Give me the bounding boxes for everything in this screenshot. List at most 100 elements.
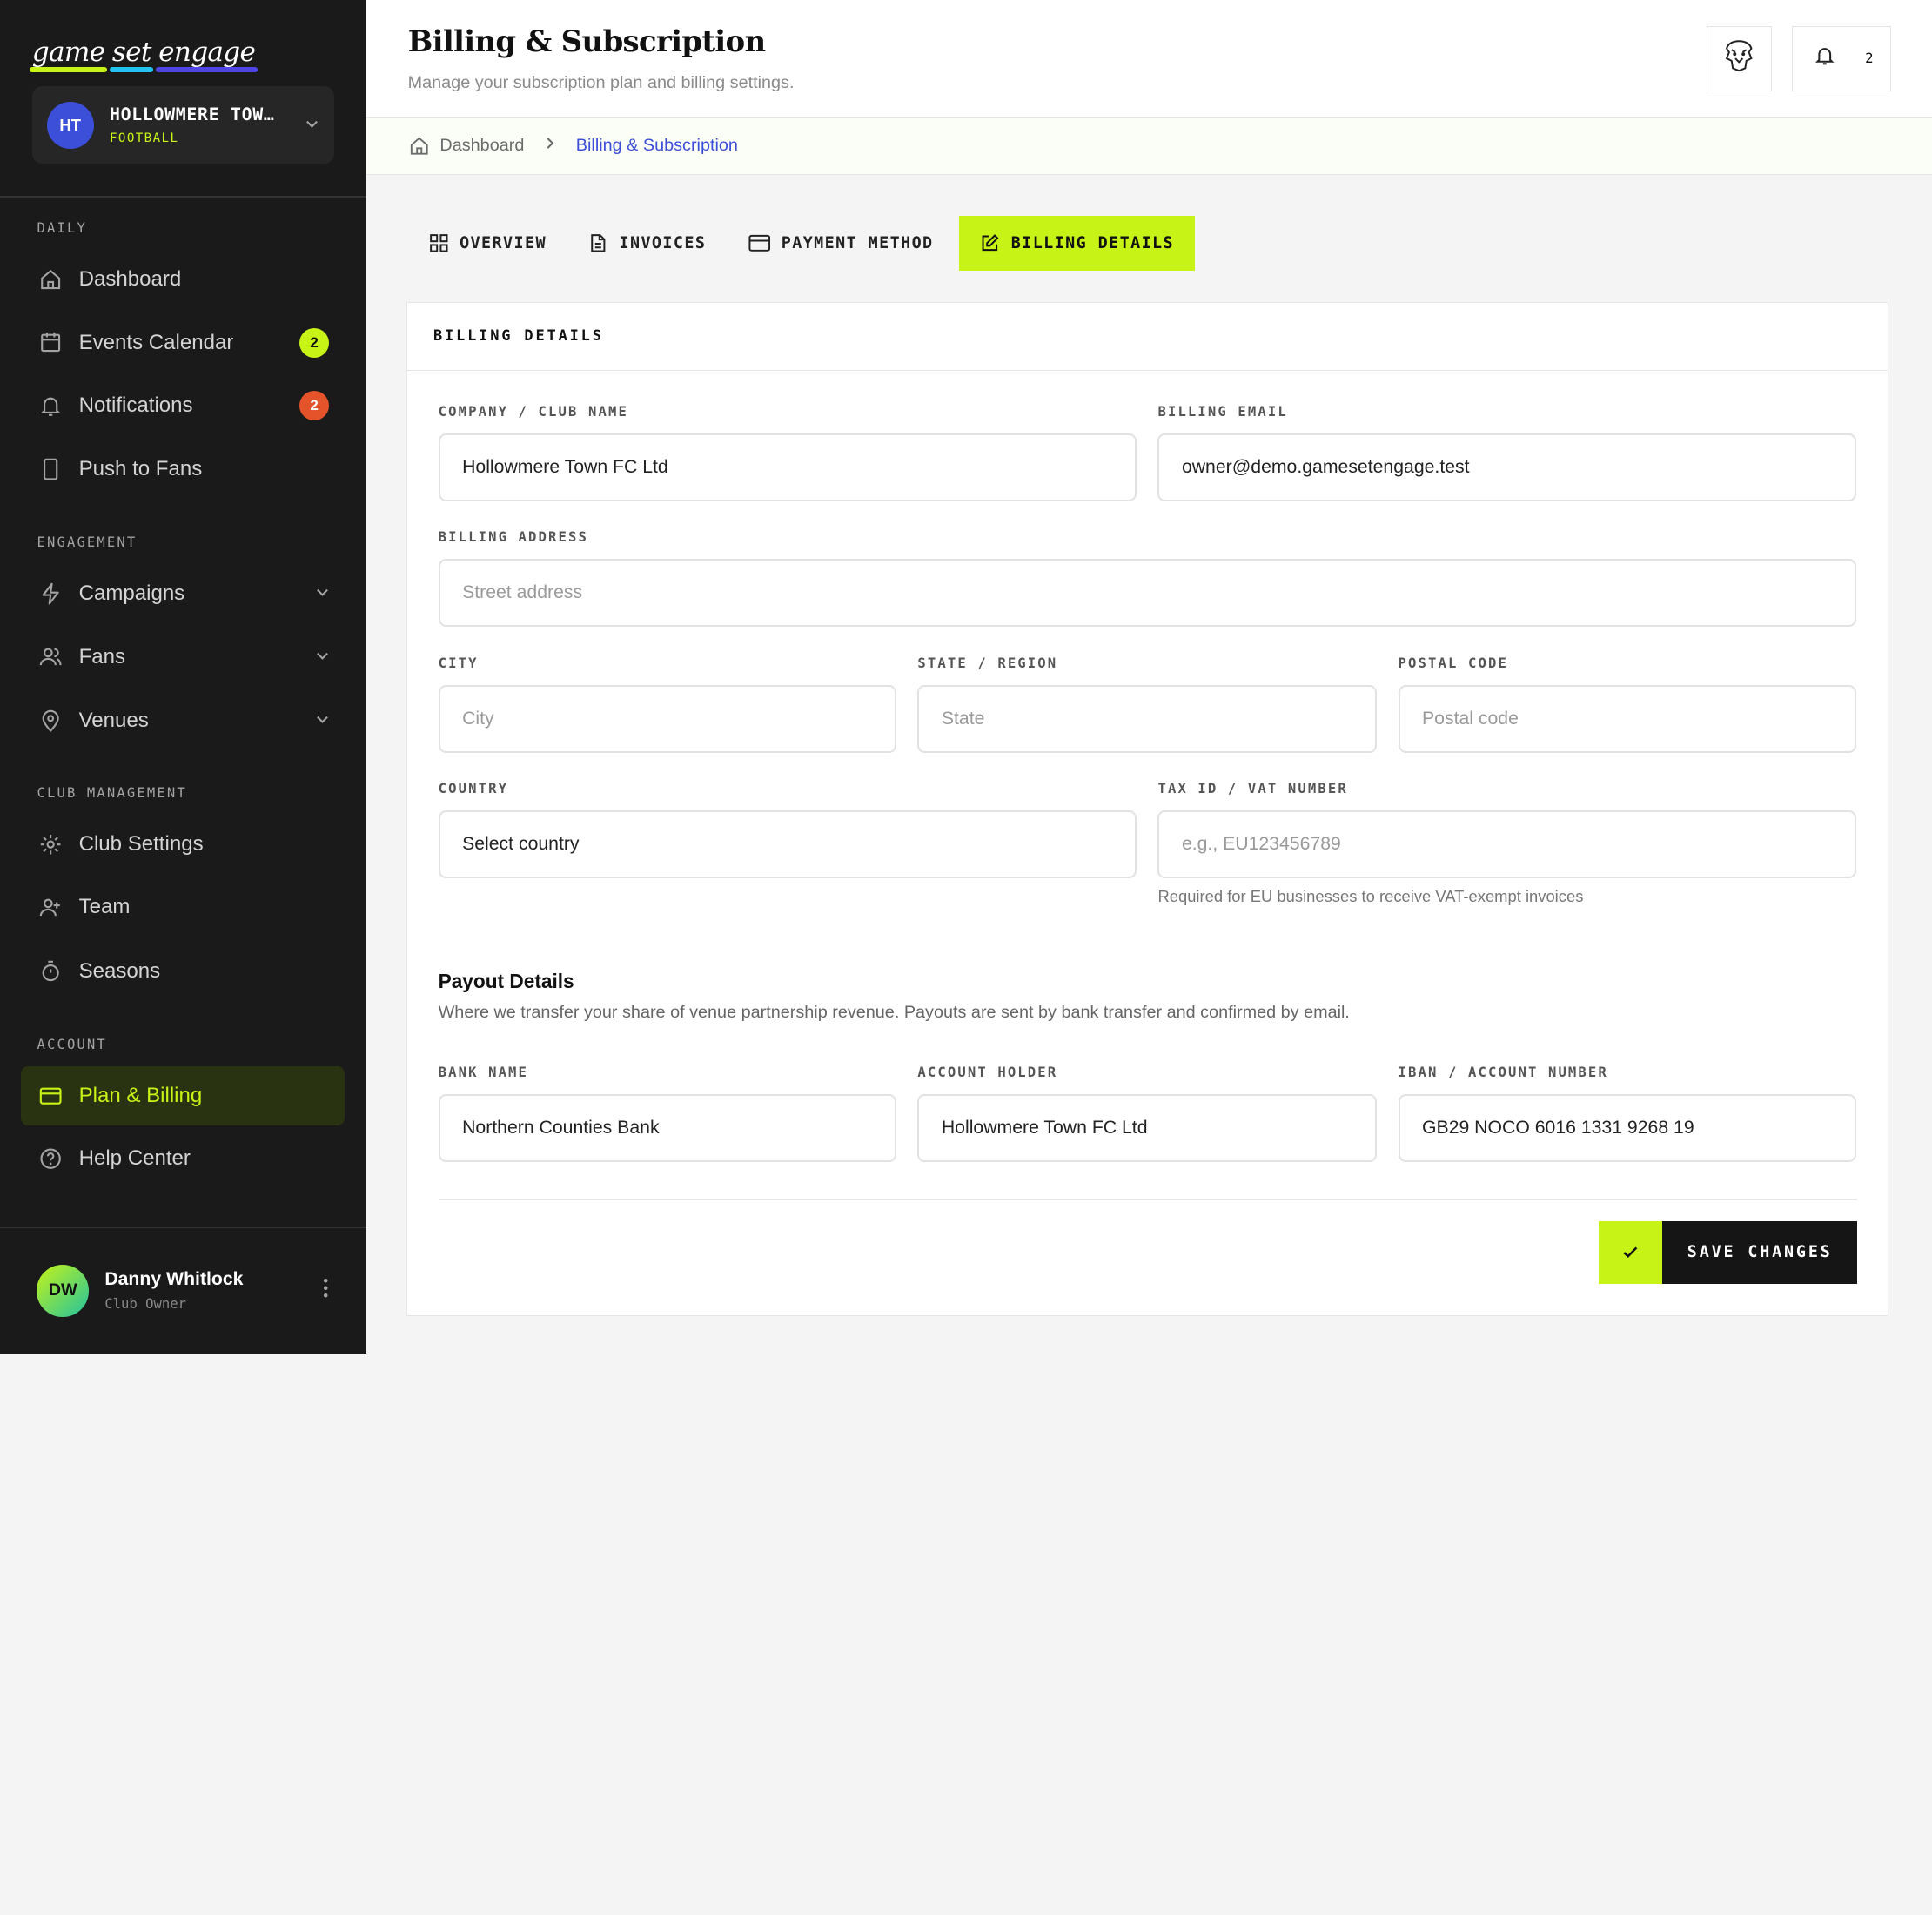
billing-address-label: BILLING ADDRESS [439,529,588,545]
page-subtitle: Manage your subscription plan and billin… [408,73,795,93]
country-label: COUNTRY [439,781,508,796]
sidebar-item-label: Venues [79,709,316,733]
club-crest-button[interactable] [1707,26,1772,91]
sidebar-item-club-settings[interactable]: Club Settings [21,816,345,872]
sidebar-item-label: Seasons [79,959,345,984]
sidebar-item-label: Campaigns [79,581,316,606]
sidebar-item-label: Push to Fans [79,457,345,481]
payout-section-description: Where we transfer your share of venue pa… [439,1003,1350,1023]
sidebar-item-venues[interactable]: Venues [21,693,345,749]
sidebar-item-fans[interactable]: Fans [21,628,345,685]
company-name-input[interactable]: Hollowmere Town FC Ltd [439,433,1137,501]
club-sport: FOOTBALL [110,131,305,145]
page-header: Billing & Subscription Manage your subsc… [366,0,1932,118]
tab-label: OVERVIEW [460,234,547,252]
events-count-badge: 2 [299,328,329,358]
state-region-input[interactable]: State [917,685,1377,753]
tab-overview[interactable]: OVERVIEW [408,216,567,272]
sidebar-item-help-center[interactable]: Help Center [21,1130,345,1186]
sidebar-item-label: Fans [79,645,316,669]
tax-id-hint: Required for EU businesses to receive VA… [1157,887,1583,906]
state-region-label: STATE / REGION [917,655,1057,671]
tab-label: PAYMENT METHOD [782,234,934,252]
map-pin-icon [38,709,63,733]
breadcrumb-home-link[interactable]: Dashboard [408,135,525,157]
iban-label: IBAN / ACCOUNT NUMBER [1399,1065,1608,1080]
chevron-down-icon [315,645,330,669]
brand-logo[interactable]: game set engage [32,37,255,71]
tab-payment-method[interactable]: PAYMENT METHOD [727,216,954,272]
avatar: DW [37,1265,88,1316]
country-select[interactable]: Select country [439,810,1137,878]
billing-address-input[interactable]: Street address [439,559,1857,627]
calendar-icon [38,330,63,354]
section-label-engagement: ENGAGEMENT [37,534,137,550]
chevron-down-icon [315,581,330,606]
club-avatar: HT [47,102,94,149]
bell-icon [1814,44,1835,71]
section-label-daily: DAILY [37,220,86,236]
sidebar-item-campaigns[interactable]: Campaigns [21,566,345,622]
club-crest-icon [1721,37,1757,79]
billing-email-input[interactable]: owner@demo.gamesetengage.test [1157,433,1856,501]
file-text-icon [588,233,608,253]
sidebar-item-label: Events Calendar [79,331,299,355]
home-icon [408,135,430,157]
sidebar-item-label: Notifications [79,393,299,418]
sidebar-item-label: Club Settings [79,832,345,857]
sidebar: game set engage HT HOLLOWMERE TOWN FC FO… [0,0,366,1354]
account-holder-input[interactable]: Hollowmere Town FC Ltd [917,1094,1377,1162]
company-name-label: COMPANY / CLUB NAME [439,404,628,420]
club-switcher[interactable]: HT HOLLOWMERE TOWN FC FOOTBALL [32,86,334,164]
notifications-count-badge: 2 [299,391,329,420]
more-vertical-icon[interactable] [322,1277,329,1305]
user-name: Danny Whitlock [104,1269,321,1290]
billing-details-card: BILLING DETAILS COMPANY / CLUB NAME Holl… [406,302,1888,1316]
tax-id-label: TAX ID / VAT NUMBER [1157,781,1347,796]
tab-label: INVOICES [619,234,706,252]
sidebar-item-plan-billing[interactable]: Plan & Billing [21,1066,345,1125]
tab-label: BILLING DETAILS [1011,234,1174,252]
sidebar-item-team[interactable]: Team [21,878,345,935]
user-plus-icon [38,895,63,919]
help-circle-icon [38,1146,63,1171]
brand-word-set: set [112,37,151,71]
breadcrumb: Dashboard Billing & Subscription [366,118,1932,176]
chevron-right-icon [544,136,556,156]
user-profile[interactable]: DW Danny Whitlock Club Owner [0,1227,366,1353]
sidebar-item-label: Plan & Billing [79,1084,345,1108]
account-holder-label: ACCOUNT HOLDER [917,1065,1057,1080]
tab-billing-details[interactable]: BILLING DETAILS [959,216,1195,272]
page-title: Billing & Subscription [408,24,766,59]
notifications-button[interactable]: 2 [1792,26,1892,91]
city-label: CITY [439,655,479,671]
bell-icon [38,393,63,418]
chevron-down-icon [305,113,319,137]
section-label-account: ACCOUNT [37,1037,106,1052]
sidebar-item-push-to-fans[interactable]: Push to Fans [21,441,345,498]
city-input[interactable]: City [439,685,897,753]
sidebar-item-notifications[interactable]: Notifications 2 [21,377,345,433]
timer-icon [38,959,63,984]
sidebar-item-label: Dashboard [79,267,345,292]
postal-code-input[interactable]: Postal code [1399,685,1857,753]
sidebar-item-dashboard[interactable]: Dashboard [21,252,345,308]
bank-name-input[interactable]: Northern Counties Bank [439,1094,897,1162]
breadcrumb-home-label: Dashboard [439,136,524,156]
grid-icon [429,233,449,253]
edit-icon [980,233,1000,253]
brand-word-engage: engage [158,37,255,71]
tax-id-input[interactable]: e.g., EU123456789 [1157,810,1856,878]
main-content: Billing & Subscription Manage your subsc… [366,0,1932,1354]
credit-card-icon [748,233,770,253]
billing-tabs: OVERVIEW INVOICES PAYMENT METHOD BILLING… [408,216,1195,272]
check-icon [1599,1221,1663,1284]
iban-input[interactable]: GB29 NOCO 6016 1331 9268 19 [1399,1094,1857,1162]
postal-code-label: POSTAL CODE [1399,655,1508,671]
sidebar-item-events-calendar[interactable]: Events Calendar 2 [21,314,345,371]
sidebar-divider [0,196,366,197]
sidebar-item-seasons[interactable]: Seasons [21,943,345,999]
smartphone-icon [38,457,63,481]
tab-invoices[interactable]: INVOICES [567,216,727,272]
save-changes-button[interactable]: SAVE CHANGES [1599,1221,1857,1284]
